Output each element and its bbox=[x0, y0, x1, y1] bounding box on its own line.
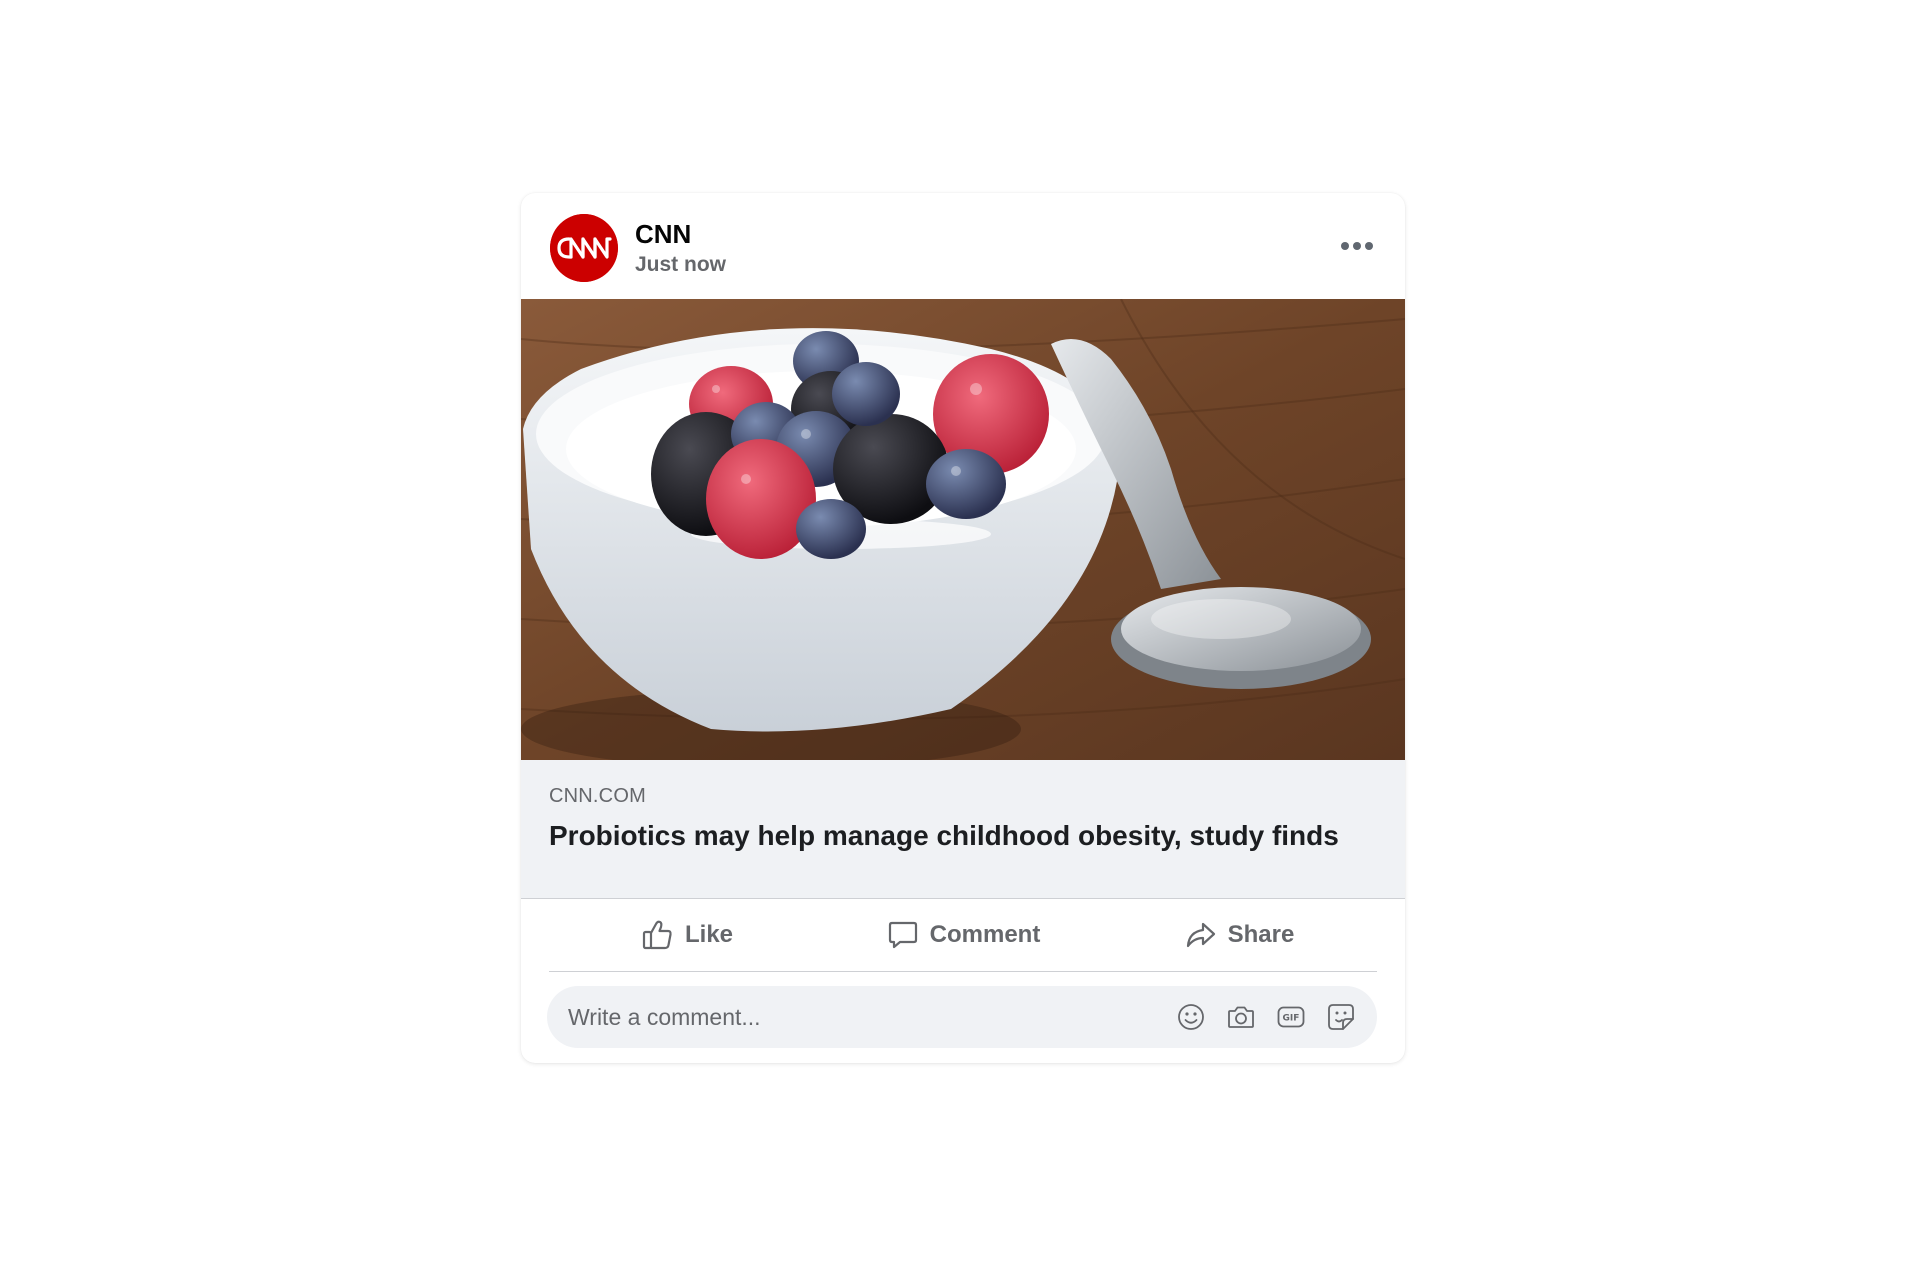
yogurt-berries-photo bbox=[521, 299, 1405, 760]
svg-text:GIF: GIF bbox=[1283, 1014, 1300, 1024]
share-arrow-icon bbox=[1186, 922, 1215, 948]
sticker-icon[interactable] bbox=[1325, 1001, 1357, 1033]
post-image[interactable] bbox=[521, 299, 1405, 760]
comment-label: Comment bbox=[929, 921, 1041, 948]
gif-icon-svg: GIF bbox=[1277, 1006, 1305, 1028]
share-label: Share bbox=[1227, 921, 1295, 948]
action-bar: Like Comment Share bbox=[549, 899, 1377, 972]
more-dot bbox=[1353, 242, 1361, 250]
page-name[interactable]: CNN bbox=[635, 219, 691, 250]
like-label: Like bbox=[684, 921, 734, 948]
speech-bubble-icon bbox=[888, 921, 917, 949]
link-title[interactable]: Probiotics may help manage childhood obe… bbox=[549, 820, 1339, 852]
avatar[interactable] bbox=[550, 214, 618, 282]
comment-input[interactable] bbox=[547, 985, 1175, 1049]
gif-icon[interactable]: GIF bbox=[1275, 1001, 1307, 1033]
link-preview[interactable]: CNN.COM Probiotics may help manage child… bbox=[521, 760, 1405, 899]
share-button[interactable]: Share bbox=[1101, 905, 1377, 965]
camera-icon-svg bbox=[1228, 1006, 1254, 1028]
sticker-icon-svg bbox=[1328, 1004, 1354, 1030]
more-dot bbox=[1365, 242, 1373, 250]
comment-tools: GIF bbox=[1175, 1001, 1377, 1033]
thumbs-up-icon bbox=[642, 920, 672, 950]
comment-box: GIF bbox=[547, 985, 1377, 1049]
more-horizontal-icon bbox=[1341, 242, 1349, 250]
comment-button[interactable]: Comment bbox=[825, 905, 1101, 965]
post-header: CNN Just now bbox=[521, 193, 1405, 299]
emoji-icon[interactable] bbox=[1175, 1001, 1207, 1033]
camera-icon[interactable] bbox=[1225, 1001, 1257, 1033]
more-options-button[interactable] bbox=[1335, 233, 1379, 259]
like-button[interactable]: Like bbox=[549, 905, 825, 965]
post-timestamp[interactable]: Just now bbox=[635, 253, 726, 277]
cnn-logo-icon bbox=[550, 214, 618, 282]
link-domain: CNN.COM bbox=[549, 785, 646, 807]
post-card: CNN Just now CNN.COM Probiotics may help… bbox=[521, 193, 1405, 1063]
emoji-icon-svg bbox=[1178, 1004, 1204, 1030]
